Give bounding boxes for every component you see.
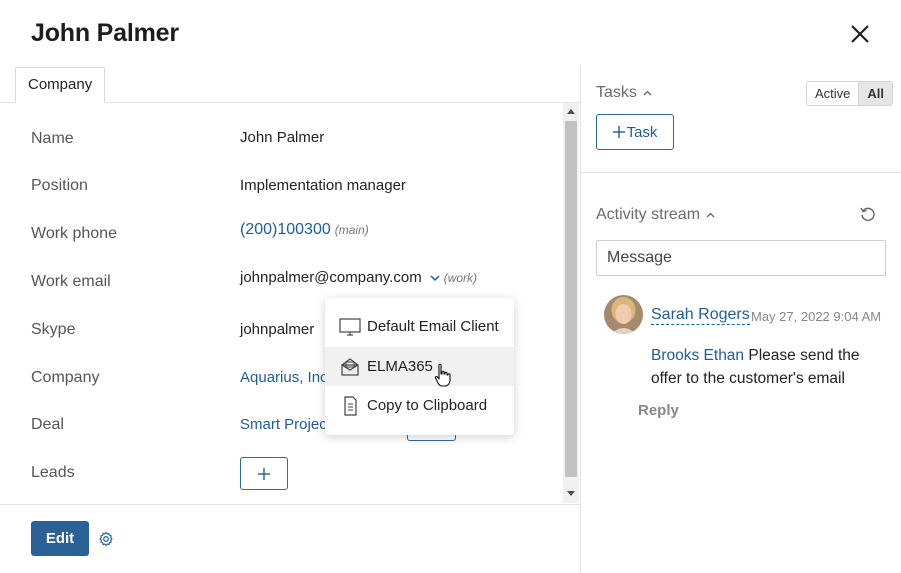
deal-label: Deal [31, 416, 64, 433]
work-phone-link[interactable]: (200)100300 [240, 221, 331, 238]
work-phone-tag: (main) [334, 223, 369, 237]
scroll-thumb[interactable] [565, 121, 577, 477]
post-author-link[interactable]: Sarah Rogers [651, 306, 750, 325]
menu-item-default-email-client[interactable]: Default Email Client [325, 307, 514, 346]
envelope-icon [341, 357, 359, 376]
tasks-filter-toggle: Active All [806, 81, 894, 106]
page-title: John Palmer [31, 19, 179, 47]
filter-active-button[interactable]: Active [807, 82, 859, 105]
leads-label: Leads [31, 464, 75, 481]
work-phone-row: (200)100300 (main) [240, 221, 369, 239]
activity-heading[interactable]: Activity stream [596, 206, 715, 224]
chevron-up-icon [643, 90, 652, 96]
pane-divider [580, 66, 581, 573]
name-label: Name [31, 130, 74, 147]
work-email-tag: (work) [443, 271, 478, 285]
plus-icon [258, 467, 270, 480]
tasks-title: Tasks [596, 84, 637, 101]
work-phone-label: Work phone [31, 225, 117, 242]
skype-value: johnpalmer [240, 321, 315, 338]
tasks-heading[interactable]: Tasks [596, 84, 652, 102]
work-email-row: johnpalmer@company.com (work) [240, 269, 477, 286]
avatar[interactable] [604, 295, 643, 334]
menu-item-label: Default Email Client [367, 318, 499, 335]
post-date: May 27, 2022 9:04 AM [751, 309, 882, 324]
close-icon[interactable] [846, 20, 874, 48]
menu-item-copy-to-clipboard[interactable]: Copy to Clipboard [325, 386, 514, 425]
email-dropdown-menu: Default Email Client ELMA365 Copy to Cli… [325, 298, 514, 435]
name-value: John Palmer [240, 129, 325, 146]
position-value: Implementation manager [240, 177, 406, 194]
reply-button[interactable]: Reply [638, 402, 679, 419]
right-divider [581, 172, 901, 173]
position-label: Position [31, 177, 88, 194]
footer-divider [0, 504, 580, 505]
mention-link[interactable]: Brooks Ethan [651, 347, 744, 364]
activity-title: Activity stream [596, 206, 701, 223]
gear-icon[interactable] [98, 531, 114, 547]
menu-item-label: ELMA365 [367, 358, 433, 375]
add-task-label: Task [626, 123, 658, 141]
monitor-icon [339, 317, 361, 336]
add-task-button[interactable]: Task [596, 114, 674, 150]
work-email-value[interactable]: johnpalmer@company.com [240, 269, 422, 286]
scroll-down-arrow[interactable] [567, 491, 575, 496]
filter-all-button[interactable]: All [858, 82, 893, 105]
scrollbar[interactable] [563, 103, 579, 503]
add-lead-button[interactable] [240, 457, 288, 490]
edit-button[interactable]: Edit [31, 521, 89, 556]
plus-icon [612, 126, 625, 138]
refresh-icon[interactable] [859, 206, 877, 224]
tab-company[interactable]: Company [15, 67, 106, 103]
work-email-label: Work email [31, 273, 111, 290]
company-label: Company [31, 369, 100, 386]
document-icon [344, 395, 357, 416]
skype-label: Skype [31, 321, 76, 338]
chevron-down-icon[interactable] [430, 274, 440, 282]
hand-cursor-icon [434, 363, 451, 387]
scroll-up-arrow[interactable] [567, 109, 575, 114]
menu-item-elma365[interactable]: ELMA365 [325, 347, 514, 386]
company-link[interactable]: Aquarius, Inc. [240, 369, 332, 386]
menu-item-label: Copy to Clipboard [367, 397, 488, 414]
deal-link[interactable]: Smart Project [240, 416, 331, 433]
post-text: Brooks Ethan Please send the offer to th… [651, 344, 881, 390]
message-input[interactable] [596, 240, 886, 276]
chevron-up-icon [706, 212, 715, 218]
